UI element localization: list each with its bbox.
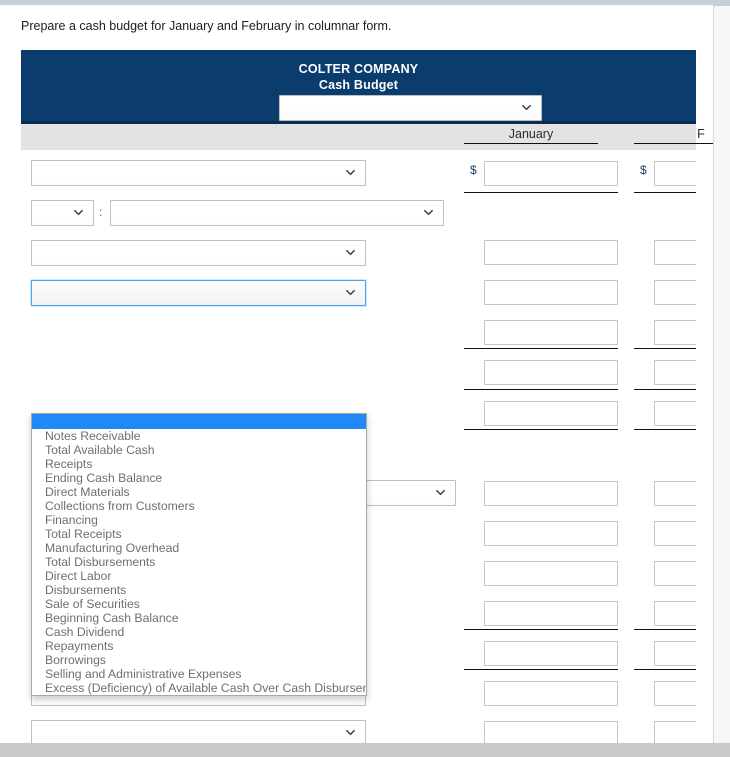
subtotal-rule-february-2 bbox=[634, 348, 696, 349]
subtotal-rule-january-2 bbox=[464, 348, 618, 349]
amount-input-january-2[interactable] bbox=[484, 240, 618, 265]
dropdown-option[interactable]: Collections from Customers bbox=[32, 499, 366, 513]
dropdown-option[interactable]: Beginning Cash Balance bbox=[32, 611, 366, 625]
dropdown-option-blank[interactable] bbox=[32, 414, 366, 429]
company-name: COLTER COMPANY bbox=[298, 62, 419, 76]
chevron-down-icon bbox=[346, 729, 355, 736]
line-item-select-8[interactable] bbox=[31, 720, 366, 743]
colon-separator: : bbox=[99, 205, 103, 219]
amount-input-january-7[interactable] bbox=[484, 481, 618, 506]
subtotal-rule-february-4 bbox=[634, 429, 696, 430]
line-item-select-2-prefix[interactable] bbox=[31, 200, 94, 226]
amount-input-february-8[interactable] bbox=[654, 521, 696, 546]
dropdown-option[interactable]: Selling and Administrative Expenses bbox=[32, 667, 366, 681]
dropdown-option[interactable]: Total Available Cash bbox=[32, 443, 366, 457]
amount-input-january-12[interactable] bbox=[484, 681, 618, 706]
worksheet-header: COLTER COMPANY Cash Budget bbox=[21, 50, 696, 124]
amount-input-february-3[interactable] bbox=[654, 280, 696, 305]
amount-input-february-10[interactable] bbox=[654, 601, 696, 626]
statement-name: Cash Budget bbox=[318, 78, 399, 92]
amount-input-february-4[interactable] bbox=[654, 320, 696, 345]
instruction-text: Prepare a cash budget for January and Fe… bbox=[21, 19, 392, 33]
amount-input-january-10[interactable] bbox=[484, 601, 618, 626]
dropdown-option[interactable]: Excess (Deficiency) of Available Cash Ov… bbox=[32, 681, 366, 695]
dropdown-option[interactable]: Financing bbox=[32, 513, 366, 527]
subtotal-rule-january-5 bbox=[464, 629, 618, 630]
dropdown-option[interactable]: Receipts bbox=[32, 457, 366, 471]
dropdown-option[interactable]: Direct Materials bbox=[32, 485, 366, 499]
column-header-band: January F bbox=[21, 124, 713, 150]
chevron-down-icon bbox=[346, 169, 355, 176]
dropdown-option[interactable]: Cash Dividend bbox=[32, 625, 366, 639]
amount-input-january-8[interactable] bbox=[484, 521, 618, 546]
amount-input-january-4[interactable] bbox=[484, 320, 618, 345]
chevron-down-icon bbox=[436, 489, 445, 496]
dropdown-option[interactable]: Total Disbursements bbox=[32, 555, 366, 569]
cash-budget-worksheet: COLTER COMPANY Cash Budget January F : $… bbox=[21, 50, 713, 743]
dropdown-option[interactable]: Total Receipts bbox=[32, 527, 366, 541]
amount-input-january-3[interactable] bbox=[484, 280, 618, 305]
page-content: Prepare a cash budget for January and Fe… bbox=[0, 7, 713, 743]
amount-input-february-1[interactable] bbox=[654, 161, 696, 186]
amount-input-february-5[interactable] bbox=[654, 360, 696, 385]
period-select[interactable] bbox=[279, 95, 542, 121]
dropdown-option[interactable]: Disbursements bbox=[32, 583, 366, 597]
amount-input-january-9[interactable] bbox=[484, 561, 618, 586]
amount-input-january-1[interactable] bbox=[484, 161, 618, 186]
amount-input-january-13[interactable] bbox=[484, 721, 618, 743]
dropdown-option[interactable]: Manufacturing Overhead bbox=[32, 541, 366, 555]
worksheet-body: : $ $ Notes Receivable Total Available C… bbox=[21, 150, 696, 743]
subtotal-rule-february-3 bbox=[634, 389, 696, 390]
amount-input-february-7[interactable] bbox=[654, 481, 696, 506]
dropdown-option[interactable]: Repayments bbox=[32, 639, 366, 653]
line-item-select-3[interactable] bbox=[31, 240, 366, 266]
subtotal-rule-january-4 bbox=[464, 429, 618, 430]
dropdown-option[interactable]: Sale of Securities bbox=[32, 597, 366, 611]
line-item-select-4-open[interactable] bbox=[31, 280, 366, 306]
amount-input-january-5[interactable] bbox=[484, 360, 618, 385]
column-header-january: January bbox=[464, 127, 598, 144]
chevron-down-icon bbox=[522, 104, 531, 111]
amount-input-february-12[interactable] bbox=[654, 681, 696, 706]
amount-input-february-6[interactable] bbox=[654, 401, 696, 426]
amount-input-february-9[interactable] bbox=[654, 561, 696, 586]
column-header-february: F bbox=[634, 127, 713, 144]
currency-symbol-january: $ bbox=[470, 163, 477, 177]
dropdown-option[interactable]: Borrowings bbox=[32, 653, 366, 667]
right-side-panel bbox=[713, 6, 730, 751]
amount-input-february-13[interactable] bbox=[654, 721, 696, 743]
subtotal-rule-february-5 bbox=[634, 629, 696, 630]
line-item-select-2[interactable] bbox=[110, 200, 444, 226]
horizontal-scrollbar[interactable] bbox=[0, 743, 730, 757]
line-item-select-1[interactable] bbox=[31, 160, 366, 186]
dropdown-option[interactable]: Ending Cash Balance bbox=[32, 471, 366, 485]
amount-input-february-11[interactable] bbox=[654, 641, 696, 666]
currency-symbol-february: $ bbox=[640, 163, 647, 177]
line-item-dropdown-list[interactable]: Notes Receivable Total Available Cash Rece… bbox=[31, 413, 367, 696]
subtotal-rule-january-3 bbox=[464, 389, 618, 390]
chevron-down-icon bbox=[424, 209, 433, 216]
chevron-down-icon bbox=[74, 209, 83, 216]
dropdown-option[interactable]: Notes Receivable bbox=[32, 429, 366, 443]
chevron-down-icon bbox=[346, 249, 355, 256]
amount-input-february-2[interactable] bbox=[654, 240, 696, 265]
horizontal-scrollbar-thumb[interactable] bbox=[0, 743, 700, 757]
subtotal-rule-january-6 bbox=[464, 669, 618, 670]
subtotal-rule-february-6 bbox=[634, 669, 696, 670]
amount-input-january-6[interactable] bbox=[484, 401, 618, 426]
subtotal-rule-february-1 bbox=[634, 192, 696, 193]
amount-input-january-11[interactable] bbox=[484, 641, 618, 666]
dropdown-option[interactable]: Direct Labor bbox=[32, 569, 366, 583]
subtotal-rule-january-1 bbox=[464, 192, 618, 193]
chevron-down-icon bbox=[346, 289, 355, 296]
